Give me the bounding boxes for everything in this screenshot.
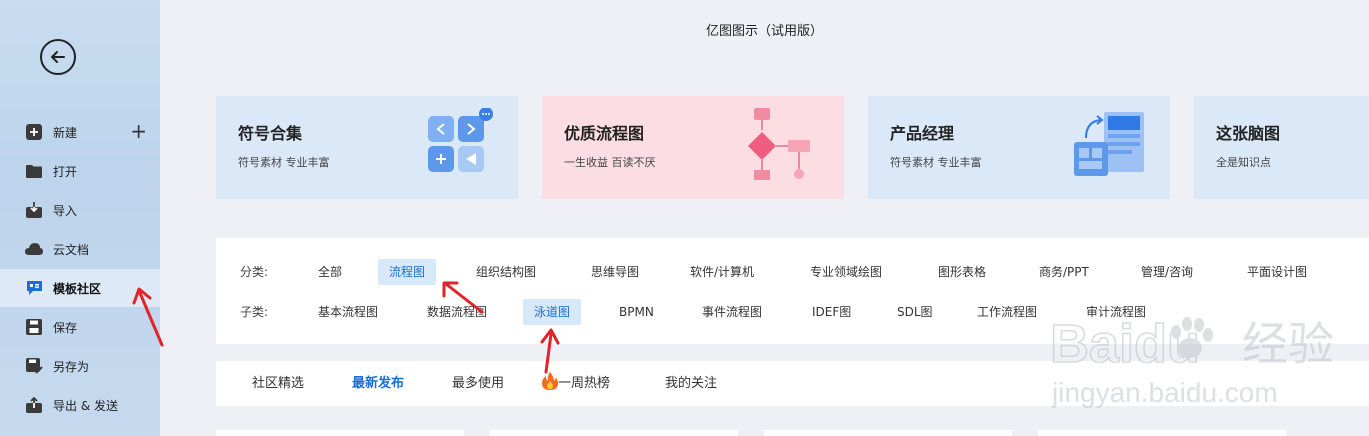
- category-management[interactable]: 管理/咨询: [1130, 259, 1204, 285]
- subcategory-bpmn[interactable]: BPMN: [608, 299, 665, 325]
- category-flowchart[interactable]: 流程图: [378, 259, 437, 285]
- new-plus-icon[interactable]: +: [130, 121, 147, 141]
- card-quality-flowchart[interactable]: 优质流程图 一生收益 百读不厌: [542, 96, 844, 199]
- tab-following[interactable]: 我的关注: [665, 361, 717, 406]
- tab-latest[interactable]: 最新发布: [352, 361, 404, 406]
- watermark-url: jingyan.baidu.com: [1051, 377, 1278, 408]
- red-arrow-annotation: [540, 328, 560, 374]
- cloud-icon: [25, 240, 43, 258]
- sidebar-item-save-as[interactable]: 另存为: [0, 347, 160, 385]
- template-card[interactable]: [490, 430, 738, 436]
- subcategory-label: 子类:: [240, 305, 269, 319]
- card-mindmap[interactable]: 这张脑图 全是知识点: [1194, 96, 1369, 199]
- subcategory-event-flow[interactable]: 事件流程图: [691, 299, 773, 325]
- category-mindmap[interactable]: 思维导图: [580, 259, 650, 285]
- plus-square-icon: [25, 123, 43, 141]
- category-professional[interactable]: 专业领域绘图: [799, 259, 893, 285]
- sidebar-item-label: 模板社区: [53, 281, 102, 296]
- sidebar: 新建 + 打开 导入 云文档 模板社区 保存 另存为 导出 & 发送: [0, 0, 160, 436]
- tab-most-used[interactable]: 最多使用: [452, 361, 504, 406]
- category-software[interactable]: 软件/计算机: [679, 259, 765, 285]
- flowchart-illustration: [748, 108, 810, 180]
- category-label: 分类:: [240, 265, 269, 279]
- template-card[interactable]: [1038, 430, 1286, 436]
- tab-community-picks[interactable]: 社区精选: [252, 361, 304, 406]
- card-symbol-collection[interactable]: 符号合集 符号素材 专业丰富: [216, 96, 518, 199]
- sidebar-item-label: 打开: [53, 164, 78, 179]
- community-icon: [25, 279, 43, 297]
- sidebar-item-open[interactable]: 打开: [0, 152, 160, 190]
- sidebar-item-label: 新建: [53, 125, 78, 140]
- subcategory-swimlane[interactable]: 泳道图: [523, 299, 582, 325]
- watermark-brand: Baidu: [1050, 314, 1200, 374]
- sidebar-item-cloud[interactable]: 云文档: [0, 230, 160, 268]
- baidu-jingyan-watermark: Baidu 经验 jingyan.baidu.com: [1049, 300, 1360, 414]
- app-title: 亿图图示（试用版）: [705, 24, 823, 39]
- product-ui-illustration: [1074, 112, 1144, 176]
- export-icon: [25, 396, 43, 414]
- subcategory-sdl[interactable]: SDL图: [886, 299, 944, 325]
- subcategory-workflow[interactable]: 工作流程图: [966, 299, 1048, 325]
- category-business-ppt[interactable]: 商务/PPT: [1028, 259, 1100, 285]
- arrow-left-icon: [51, 51, 65, 63]
- template-card[interactable]: [764, 430, 1012, 436]
- sidebar-item-new[interactable]: 新建 +: [0, 113, 160, 151]
- category-graphic-design[interactable]: 平面设计图: [1236, 259, 1318, 285]
- sidebar-item-label: 导出 & 发送: [53, 398, 118, 413]
- sidebar-item-label: 导入: [53, 203, 78, 218]
- import-icon: [25, 201, 43, 219]
- category-all[interactable]: 全部: [307, 259, 353, 285]
- card-title: 这张脑图: [1216, 124, 1281, 143]
- card-subtitle: 全是知识点: [1216, 156, 1271, 169]
- category-graphic-table[interactable]: 图形表格: [927, 259, 997, 285]
- red-arrow-annotation: [132, 287, 164, 347]
- save-icon: [25, 318, 43, 336]
- folder-icon: [25, 162, 43, 180]
- tab-weekly-hot-label: 一周热榜: [558, 376, 611, 391]
- sidebar-item-label: 云文档: [53, 242, 90, 257]
- sidebar-item-label: 另存为: [53, 359, 90, 374]
- symbol-grid-illustration: [428, 108, 493, 172]
- back-button[interactable]: [40, 39, 76, 75]
- sidebar-item-import[interactable]: 导入: [0, 191, 160, 229]
- sidebar-item-label: 保存: [53, 320, 78, 335]
- subcategory-basic-flowchart[interactable]: 基本流程图: [307, 299, 389, 325]
- red-arrow-annotation: [442, 281, 484, 314]
- sidebar-item-export[interactable]: 导出 & 发送: [0, 386, 160, 424]
- card-product-manager[interactable]: 产品经理 符号素材 专业丰富: [868, 96, 1170, 199]
- category-row: 分类: 全部 流程图 组织结构图 思维导图 软件/计算机 专业领域绘图 图形表格…: [216, 259, 1369, 285]
- template-card[interactable]: [216, 430, 464, 436]
- watermark-cn: 经验: [1242, 317, 1334, 371]
- save-as-icon: [25, 357, 43, 375]
- subcategory-idef[interactable]: IDEF图: [801, 299, 862, 325]
